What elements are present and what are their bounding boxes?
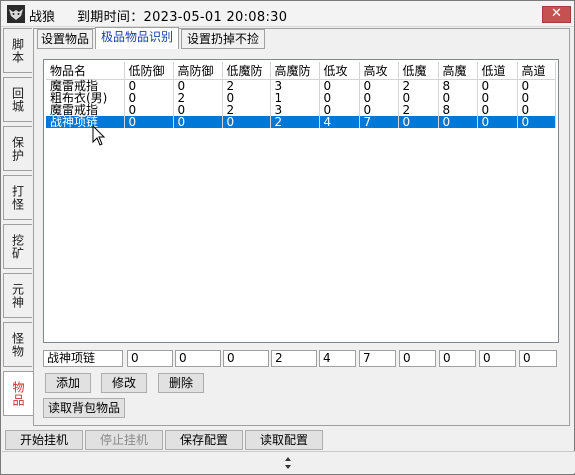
delete-button[interactable]: 删除 xyxy=(158,373,204,393)
table-cell: 4 xyxy=(319,116,360,128)
tab-discard-items[interactable]: 设置扔掉不捡 xyxy=(181,29,265,49)
window-title: 战狼 xyxy=(29,10,56,25)
start-button[interactable]: 开始挂机 xyxy=(5,430,83,450)
title-bar[interactable]: 战狼 到期时间：2023-05-01 20:08:30 ✕ xyxy=(1,1,574,27)
table-row[interactable]: 魔雷戒指 0 0 2 3 0 0 2 8 0 0 xyxy=(46,79,556,92)
high-attack-field[interactable]: 7 xyxy=(359,350,396,367)
table-cell: 战神项链 xyxy=(46,116,125,128)
item-name-field[interactable]: 战神项链 xyxy=(43,350,123,367)
side-tab-items[interactable]: 物品 xyxy=(3,371,33,416)
table-cell: 0 xyxy=(477,116,518,128)
table-cell: 0 xyxy=(517,116,556,128)
read-bag-items-button[interactable]: 读取背包物品 xyxy=(43,398,125,418)
high-defense-field[interactable]: 0 xyxy=(175,350,221,367)
item-table: 物品名 低防御 高防御 低魔防 高魔防 低攻 高攻 低魔 高魔 低道 高道 魔雷… xyxy=(46,62,556,128)
app-window: 战狼 到期时间：2023-05-01 20:08:30 ✕ 脚本 回城 保护 打… xyxy=(0,0,575,475)
table-cell: 0 xyxy=(438,116,478,128)
high-magic-defense-field[interactable]: 2 xyxy=(271,350,317,367)
save-config-button[interactable]: 保存配置 xyxy=(165,430,243,450)
mouse-cursor-icon xyxy=(92,125,106,146)
status-bar xyxy=(2,451,575,473)
high-magic-field[interactable]: 0 xyxy=(439,350,476,367)
modify-button[interactable]: 修改 xyxy=(101,373,147,393)
resize-grip-icon[interactable] xyxy=(284,455,292,471)
table-row[interactable]: 魔雷戒指 0 0 2 3 0 0 2 8 0 0 xyxy=(46,104,556,116)
tab-set-items[interactable]: 设置物品 xyxy=(37,29,93,49)
table-header-row: 物品名 低防御 高防御 低魔防 高魔防 低攻 高攻 低魔 高魔 低道 高道 xyxy=(46,62,556,80)
side-tab-spirit[interactable]: 元神 xyxy=(3,273,32,318)
column-header[interactable]: 物品名 xyxy=(46,62,125,80)
column-header[interactable]: 低道 xyxy=(477,62,518,80)
side-tab-protect[interactable]: 保护 xyxy=(3,126,32,171)
table-row[interactable]: 粗布衣(男) 0 2 0 1 0 0 0 0 0 0 xyxy=(46,92,556,104)
table-cell: 0 xyxy=(222,116,271,128)
low-attack-field[interactable]: 4 xyxy=(319,350,356,367)
stop-button[interactable]: 停止挂机 xyxy=(85,430,163,450)
side-tab-monster[interactable]: 怪物 xyxy=(3,322,32,367)
wolf-logo-icon xyxy=(7,5,25,23)
side-tab-bar: 脚本 回城 保护 打怪 挖矿 元神 怪物 物品 xyxy=(3,28,33,428)
column-header[interactable]: 低防御 xyxy=(124,62,174,80)
table-cell: 7 xyxy=(359,116,399,128)
table-cell: 0 xyxy=(398,116,439,128)
column-header[interactable]: 低攻 xyxy=(319,62,360,80)
load-config-button[interactable]: 读取配置 xyxy=(245,430,323,450)
column-header[interactable]: 高魔防 xyxy=(270,62,320,80)
side-tab-fight[interactable]: 打怪 xyxy=(3,175,32,220)
table-cell: 2 xyxy=(270,116,320,128)
table-cell: 0 xyxy=(173,116,223,128)
low-magic-field[interactable]: 0 xyxy=(399,350,436,367)
table-cell: 0 xyxy=(124,116,174,128)
expiry-time: 到期时间：2023-05-01 20:08:30 xyxy=(77,10,288,25)
column-header[interactable]: 高道 xyxy=(517,62,556,80)
side-tab-mining[interactable]: 挖矿 xyxy=(3,224,32,269)
add-button[interactable]: 添加 xyxy=(45,373,91,393)
table-row[interactable]: 战神项链 0 0 0 2 4 7 0 0 0 0 xyxy=(46,116,556,128)
low-tao-field[interactable]: 0 xyxy=(479,350,516,367)
tab-rare-item-detect[interactable]: 极品物品识别 xyxy=(95,27,179,49)
column-header[interactable]: 低魔防 xyxy=(222,62,271,80)
close-button[interactable]: ✕ xyxy=(542,6,571,23)
high-tao-field[interactable]: 0 xyxy=(519,350,557,367)
side-tab-return-town[interactable]: 回城 xyxy=(3,77,32,122)
low-magic-defense-field[interactable]: 0 xyxy=(223,350,269,367)
low-defense-field[interactable]: 0 xyxy=(127,350,173,367)
column-header[interactable]: 高攻 xyxy=(359,62,399,80)
column-header[interactable]: 高防御 xyxy=(173,62,223,80)
column-header[interactable]: 低魔 xyxy=(398,62,439,80)
column-header[interactable]: 高魔 xyxy=(438,62,478,80)
side-tab-script[interactable]: 脚本 xyxy=(3,28,32,73)
item-list[interactable]: 物品名 低防御 高防御 低魔防 高魔防 低攻 高攻 低魔 高魔 低道 高道 魔雷… xyxy=(43,59,559,343)
